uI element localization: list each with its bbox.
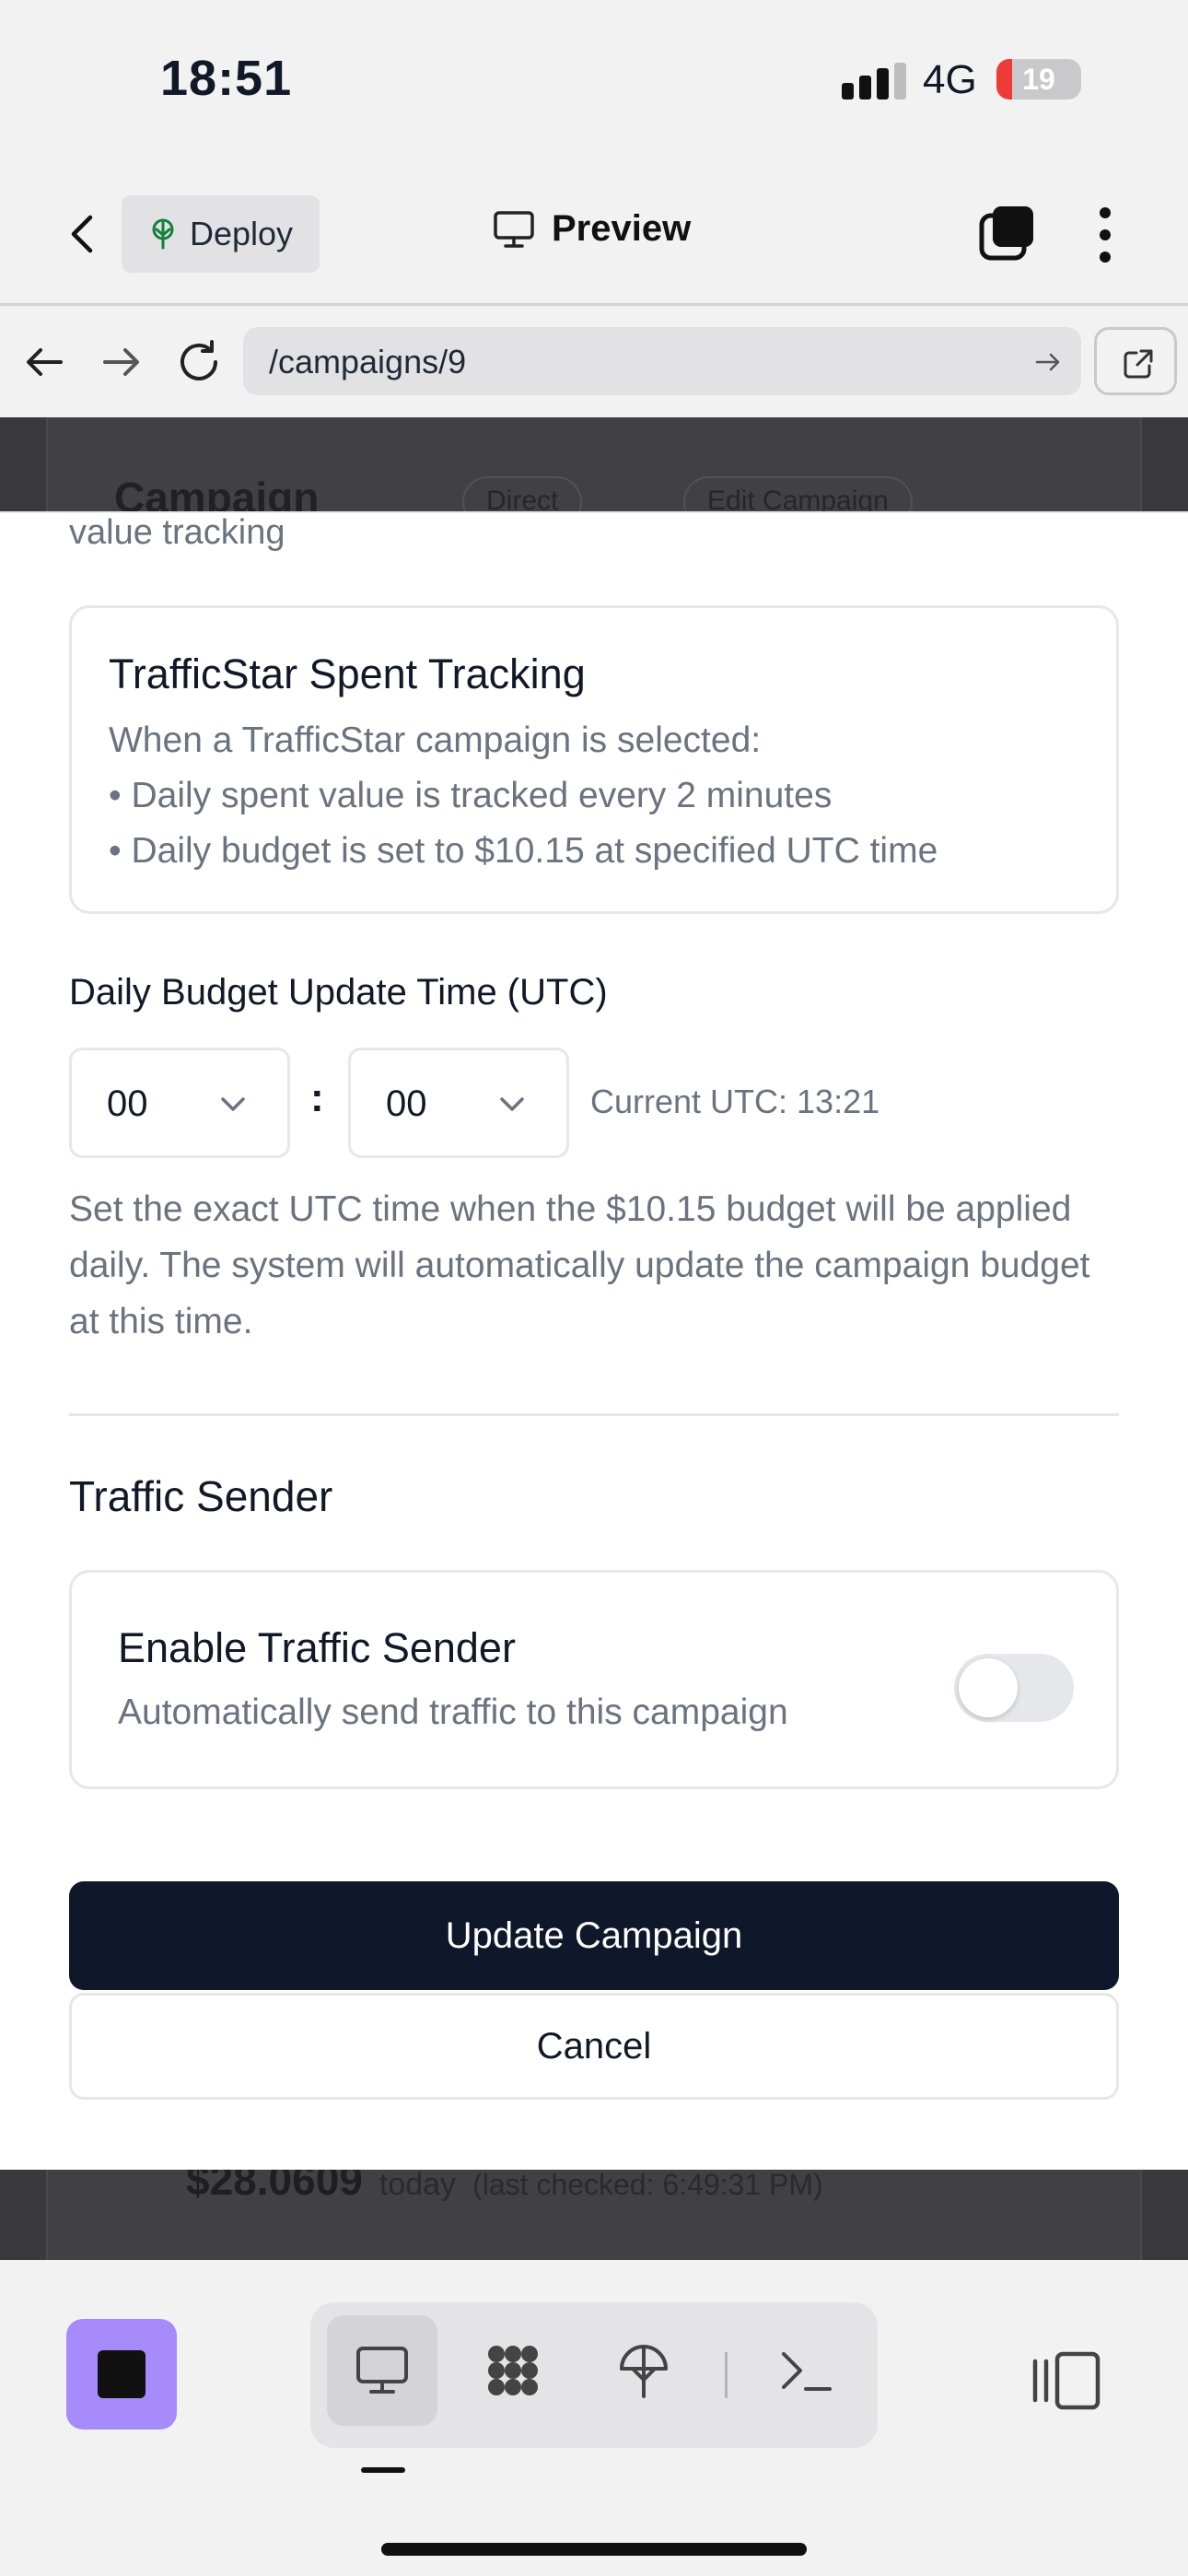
browser-bar: /campaigns/9 [0,309,1188,417]
traffic-sender-card: Enable Traffic Sender Automatically send… [69,1570,1119,1789]
tool-deploy[interactable] [588,2315,699,2426]
traffic-sender-toggle[interactable] [954,1654,1074,1722]
stop-button[interactable] [66,2319,177,2430]
grid-dots-icon [488,2346,538,2395]
budget-help-text: Set the exact UTC time when the $10.15 b… [69,1189,1090,1341]
tool-separator [725,2352,728,2398]
external-link-icon [1124,349,1153,379]
cancel-button[interactable]: Cancel [69,1993,1119,2100]
deploy-button[interactable]: Deploy [122,195,320,273]
trafficstar-info-box: TrafficStar Spent Tracking When a Traffi… [69,605,1119,914]
tool-group [310,2302,878,2448]
traffic-sender-description: Automatically send traffic to this campa… [118,1692,788,1732]
update-campaign-button[interactable]: Update Campaign [69,1881,1119,1990]
url-field[interactable]: /campaigns/9 [243,327,1081,395]
panel-toggle-button[interactable] [1030,2348,1103,2413]
toggle-knob [959,1658,1018,1717]
terminal-icon [782,2352,832,2391]
battery-icon: 19 [996,59,1081,100]
trafficstar-line: • Daily spent value is tracked every 2 m… [109,776,833,815]
network-label: 4G [923,57,977,102]
reload-button[interactable] [173,336,225,388]
tool-shell[interactable] [751,2315,861,2426]
bottom-toolbar [0,2262,1188,2576]
home-indicator [381,2543,807,2556]
back-button[interactable] [55,206,111,262]
section-divider [69,1413,1119,1416]
chevron-down-icon [221,1097,245,1111]
status-time: 18:51 [160,51,293,106]
preview-title: Preview [493,208,691,250]
deploy-tree-icon [152,218,174,250]
hour-select[interactable]: 00 [69,1048,290,1158]
trafficstar-title: TrafficStar Spent Tracking [109,650,586,697]
preview-label: Preview [552,208,692,249]
minute-value: 00 [386,1083,427,1124]
monitor-icon [494,210,534,248]
arrow-right-icon [103,348,139,376]
chevron-left-icon [71,215,93,253]
open-external-button[interactable] [1094,327,1177,395]
tool-preview[interactable] [327,2315,437,2426]
kebab-icon [1100,207,1111,263]
chevron-down-icon [500,1097,524,1111]
more-menu-button[interactable] [1087,205,1124,265]
trafficstar-line: When a TrafficStar campaign is selected: [109,720,762,760]
battery-level: 19 [1022,63,1055,96]
nav-back-button[interactable] [18,336,70,388]
minute-select[interactable]: 00 [348,1048,569,1158]
deploy-tree-icon [620,2345,668,2398]
active-tool-indicator [361,2467,405,2473]
status-bar: 18:51 4G 19 [0,0,1188,166]
traffic-sender-heading: Traffic Sender [69,1472,333,1520]
tabs-icon [979,206,1033,261]
spent-suffix: today [379,2167,457,2202]
battery-tip [1074,72,1080,87]
budget-time-label: Daily Budget Update Time (UTC) [69,972,608,1013]
deploy-label: Deploy [190,215,294,252]
monitor-icon [356,2347,408,2394]
section-tail-text: value tracking [69,513,285,552]
edit-campaign-modal: value tracking TrafficStar Spent Trackin… [0,511,1188,2170]
tabs-button[interactable] [978,205,1035,262]
traffic-sender-title: Enable Traffic Sender [118,1624,516,1671]
arrow-right-icon[interactable] [1033,347,1063,377]
hour-value: 00 [107,1083,148,1124]
reload-icon [181,340,217,381]
panel-toggle-icon [1032,2351,1101,2410]
stop-icon [98,2350,146,2398]
app-bar: Deploy Preview [0,166,1188,306]
nav-forward-button[interactable] [96,336,147,388]
signal-icon [842,63,906,100]
tool-workspace[interactable] [458,2315,568,2426]
current-utc: Current UTC: 13:21 [590,1083,880,1120]
time-separator: : [310,1075,324,1120]
trafficstar-line: • Daily budget is set to $10.15 at speci… [109,831,938,871]
last-checked: (last checked: 6:49:31 PM) [472,2168,823,2201]
arrow-left-icon [27,348,63,376]
url-text: /campaigns/9 [269,343,467,381]
